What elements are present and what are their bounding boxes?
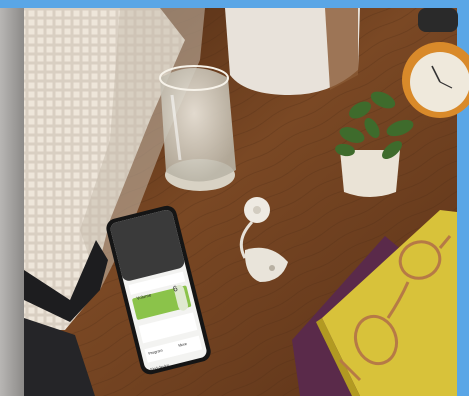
wall [0,8,24,396]
bedside-photo [0,0,469,396]
screenshot-frame: Volume 6 Program More Find device [0,0,469,396]
glass-of-water [160,68,236,182]
